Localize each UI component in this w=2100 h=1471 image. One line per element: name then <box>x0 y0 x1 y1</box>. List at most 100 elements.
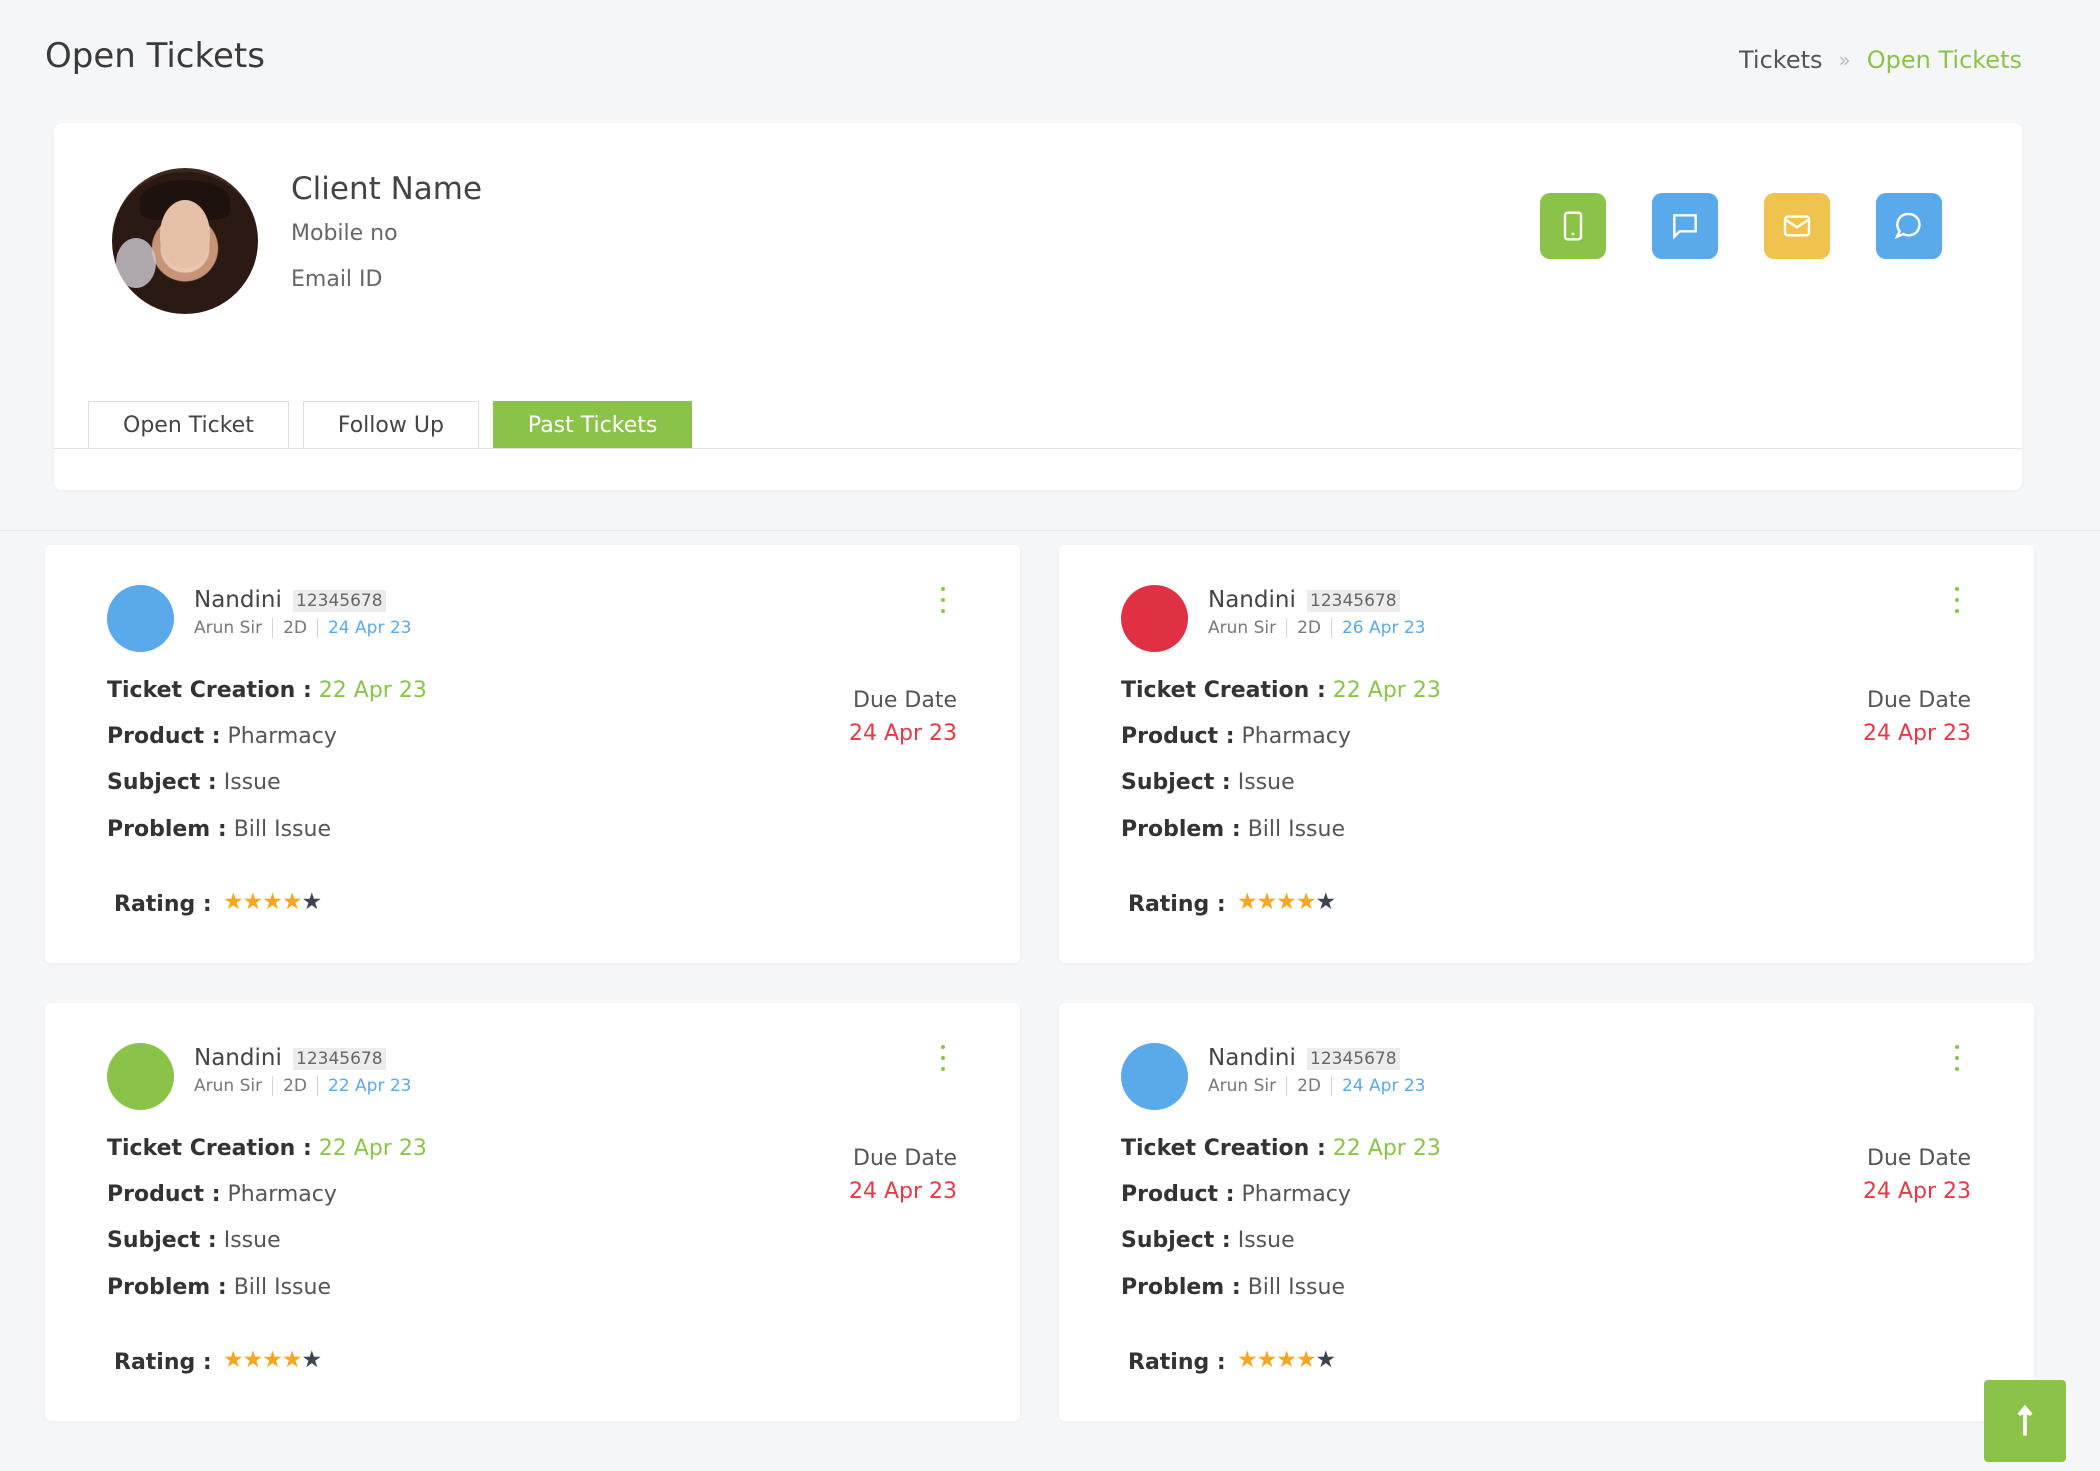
ticket-status-dot <box>107 1043 174 1110</box>
ticket-id: 12345678 <box>1307 590 1400 612</box>
ticket-tabs: Open Ticket Follow Up Past Tickets <box>88 401 693 449</box>
ticket-subject-row: Subject : Issue <box>107 1228 281 1253</box>
more-options-icon[interactable] <box>937 587 949 613</box>
tab-follow-up[interactable]: Follow Up <box>302 401 479 449</box>
ticket-problem-row: Problem : Bill Issue <box>1121 817 1346 842</box>
ticket-id: 12345678 <box>293 590 386 612</box>
star-icon: ★ <box>262 1347 283 1373</box>
breadcrumb-tickets-link[interactable]: Tickets <box>1739 46 1823 74</box>
ticket-creation-row: Ticket Creation : 22 Apr 23 <box>1121 678 1441 703</box>
ticket-date: 22 Apr 23 <box>327 1076 412 1096</box>
due-date-label: Due Date <box>853 1146 957 1171</box>
breadcrumb: Tickets » Open Tickets <box>1739 46 2022 74</box>
ticket-id: 12345678 <box>1307 1048 1400 1070</box>
star-icon: ★ <box>242 1347 264 1373</box>
ticket-subject-row: Subject : Issue <box>107 770 281 795</box>
call-button[interactable] <box>1540 193 1606 259</box>
mail-icon <box>1783 215 1811 237</box>
ticket-product-row: Product : Pharmacy <box>107 1182 337 1207</box>
star-icon: ★ <box>223 889 244 915</box>
star-icon: ★ <box>301 1347 323 1373</box>
star-icon: ★ <box>223 1347 244 1373</box>
ticket-card[interactable]: Nandini 12345678 Arun Sir 2D 26 Apr 23 T… <box>1059 545 2034 963</box>
more-options-icon[interactable] <box>1951 587 1963 613</box>
star-icon: ★ <box>281 889 303 915</box>
rating-label: Rating : <box>114 1350 212 1375</box>
client-avatar <box>112 168 258 314</box>
ticket-card[interactable]: Nandini 12345678 Arun Sir 2D 22 Apr 23 T… <box>45 1003 1020 1421</box>
arrow-up-icon <box>2017 1404 2033 1436</box>
ticket-agent: Arun Sir <box>1208 1076 1277 1096</box>
ticket-agent: Arun Sir <box>194 618 263 638</box>
rating-label: Rating : <box>1128 892 1226 917</box>
rating-label: Rating : <box>114 892 212 917</box>
ticket-agent: Arun Sir <box>1208 618 1277 638</box>
ticket-date: 24 Apr 23 <box>327 618 412 638</box>
ticket-creation-row: Ticket Creation : 22 Apr 23 <box>107 678 427 703</box>
due-date-value: 24 Apr 23 <box>848 721 957 746</box>
due-date-value: 24 Apr 23 <box>848 1179 957 1204</box>
ticket-subject-row: Subject : Issue <box>1121 770 1295 795</box>
ticket-age: 2D <box>283 1076 307 1096</box>
ticket-age: 2D <box>283 618 307 638</box>
rating-stars: ★★★★★ <box>223 889 323 915</box>
ticket-card[interactable]: Nandini 12345678 Arun Sir 2D 24 Apr 23 T… <box>45 545 1020 963</box>
star-icon: ★ <box>262 889 283 915</box>
star-icon: ★ <box>281 1347 303 1373</box>
ticket-customer-name: Nandini <box>1208 587 1296 613</box>
more-options-icon[interactable] <box>1951 1045 1963 1071</box>
star-icon: ★ <box>1237 889 1258 915</box>
due-date-label: Due Date <box>853 688 957 713</box>
ticket-product-row: Product : Pharmacy <box>107 724 337 749</box>
chat-button[interactable] <box>1876 193 1942 259</box>
ticket-date: 24 Apr 23 <box>1341 1076 1426 1096</box>
star-icon: ★ <box>242 889 264 915</box>
rating-stars: ★★★★★ <box>223 1347 323 1373</box>
breadcrumb-current: Open Tickets <box>1866 46 2022 74</box>
ticket-subject-row: Subject : Issue <box>1121 1228 1295 1253</box>
star-icon: ★ <box>1237 1347 1258 1373</box>
ticket-date: 26 Apr 23 <box>1341 618 1426 638</box>
ticket-status-dot <box>1121 1043 1188 1110</box>
scroll-to-top-button[interactable] <box>1984 1380 2066 1462</box>
ticket-product-row: Product : Pharmacy <box>1121 724 1351 749</box>
breadcrumb-separator-icon: » <box>1838 48 1851 72</box>
star-icon: ★ <box>1256 1347 1278 1373</box>
section-divider <box>0 530 2100 531</box>
star-icon: ★ <box>1295 1347 1317 1373</box>
star-icon: ★ <box>1276 1347 1297 1373</box>
rating-stars: ★★★★★ <box>1237 1347 1336 1373</box>
more-options-icon[interactable] <box>937 1045 949 1071</box>
ticket-agent: Arun Sir <box>194 1076 263 1096</box>
ticket-meta: Arun Sir 2D 22 Apr 23 <box>194 1076 411 1096</box>
ticket-customer-name: Nandini <box>194 587 282 613</box>
ticket-meta: Arun Sir 2D 24 Apr 23 <box>194 618 411 638</box>
ticket-status-dot <box>107 585 174 652</box>
ticket-problem-row: Problem : Bill Issue <box>107 817 332 842</box>
ticket-creation-row: Ticket Creation : 22 Apr 23 <box>1121 1136 1441 1161</box>
sms-button[interactable] <box>1652 193 1718 259</box>
rating-stars: ★★★★★ <box>1237 889 1337 915</box>
star-icon: ★ <box>1295 889 1317 915</box>
ticket-meta: Arun Sir 2D 24 Apr 23 <box>1208 1076 1425 1096</box>
ticket-card[interactable]: Nandini 12345678 Arun Sir 2D 24 Apr 23 T… <box>1059 1003 2034 1421</box>
star-icon: ★ <box>1256 889 1278 915</box>
ticket-id: 12345678 <box>293 1048 386 1070</box>
due-date-label: Due Date <box>1867 1146 1971 1171</box>
due-date-value: 24 Apr 23 <box>1862 1179 1971 1204</box>
ticket-customer-name: Nandini <box>1208 1045 1296 1071</box>
tab-divider <box>54 448 2022 449</box>
ticket-problem-row: Problem : Bill Issue <box>107 1275 332 1300</box>
ticket-customer-name: Nandini <box>194 1045 282 1071</box>
ticket-problem-row: Problem : Bill Issue <box>1121 1275 1346 1300</box>
star-icon: ★ <box>301 889 323 915</box>
mobile-phone-icon <box>1563 211 1583 241</box>
email-button[interactable] <box>1764 193 1830 259</box>
client-name: Client Name <box>291 171 483 207</box>
star-icon: ★ <box>1315 889 1337 915</box>
tab-open-ticket[interactable]: Open Ticket <box>88 401 289 449</box>
due-date-value: 24 Apr 23 <box>1862 721 1971 746</box>
tab-past-tickets[interactable]: Past Tickets <box>492 401 693 449</box>
ticket-age: 2D <box>1297 618 1321 638</box>
ticket-product-row: Product : Pharmacy <box>1121 1182 1351 1207</box>
